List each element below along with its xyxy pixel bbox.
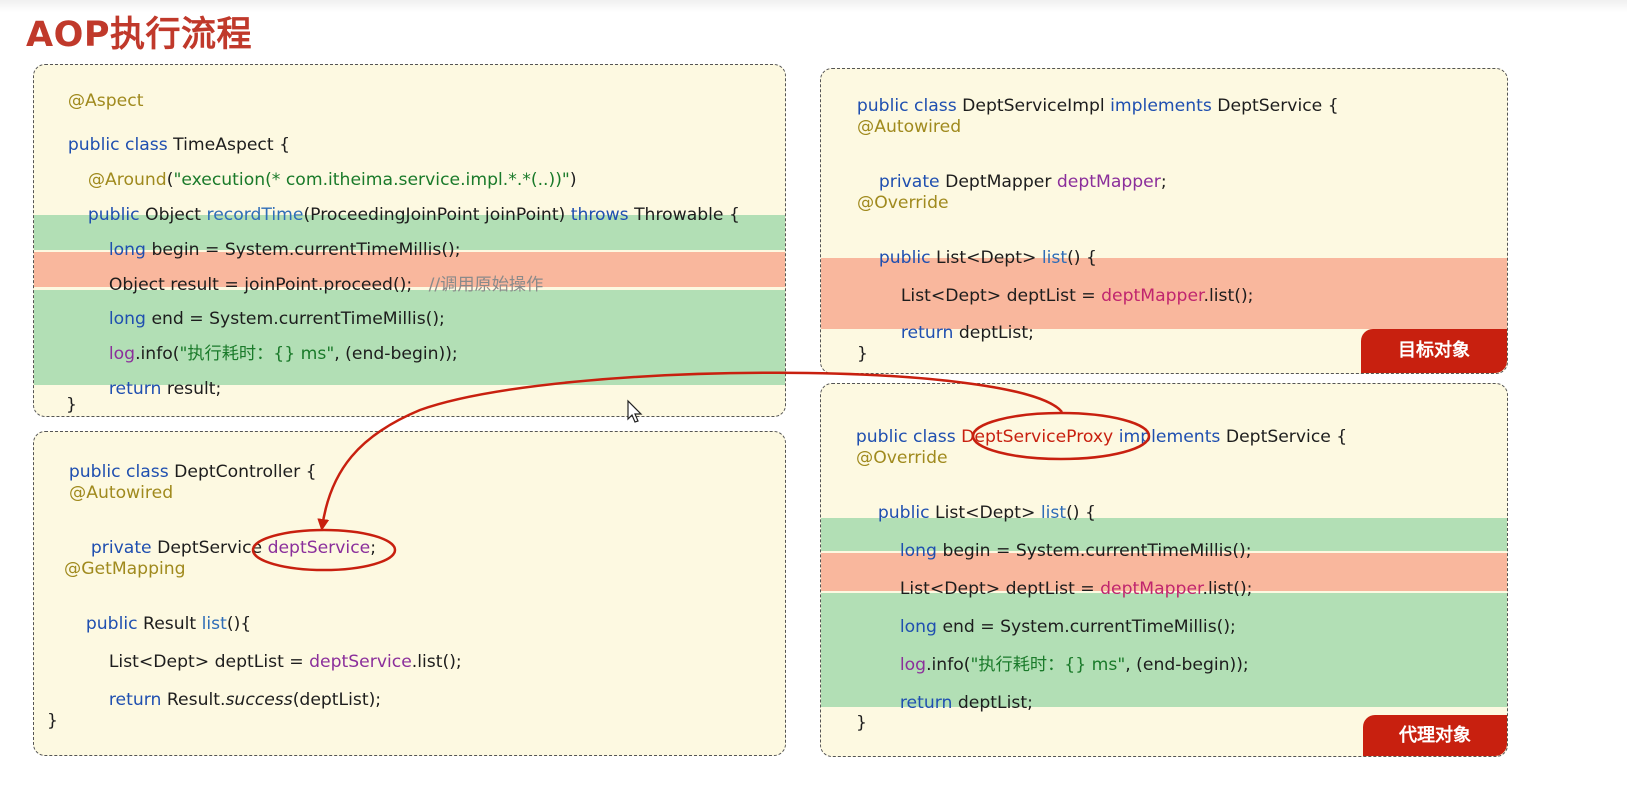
proxy-code-panel: public class DeptServiceProxy implements… (820, 383, 1508, 757)
method-name: recordTime (206, 205, 304, 226)
field-type: DeptService (157, 538, 263, 559)
class-close-brace: } (47, 711, 58, 731)
override-annotation: @Override (857, 193, 949, 213)
return-args: (deptList); (292, 690, 382, 711)
long-keyword: long (899, 617, 937, 638)
method-name: list (201, 614, 227, 635)
target-object-badge: 目标对象 (1361, 329, 1507, 373)
method-name: list (1040, 503, 1067, 524)
private-keyword: private (878, 172, 940, 193)
public-keyword: public (85, 614, 138, 635)
log-object: log (108, 344, 136, 365)
aspect-annotation: @Aspect (67, 91, 144, 112)
log-string: "执行耗时：{} ms" (970, 655, 1126, 676)
success-method: success (225, 690, 293, 711)
public-keyword: public (878, 248, 931, 269)
proxy-object-badge: 代理对象 (1363, 715, 1507, 756)
result-class: Result. (166, 690, 226, 711)
log-args: , (end-begin)); (334, 344, 458, 365)
log-call: .info( (135, 344, 180, 365)
return-keyword: return (900, 323, 954, 344)
getmapping-annotation: @GetMapping (64, 559, 186, 579)
public-keyword: public (87, 205, 140, 226)
return-type: Result (143, 614, 197, 635)
exception-type: Throwable { (634, 205, 740, 226)
long-keyword: long (108, 240, 146, 261)
return-value: deptList; (958, 323, 1034, 344)
around-paren-close: ) (569, 170, 577, 191)
controller-return-line: return Result.success(deptList); (87, 675, 381, 727)
slide-title: AOP执行流程 (26, 15, 252, 55)
method-close-brace: } (857, 344, 868, 364)
interface-name: DeptService { (1217, 96, 1339, 117)
method-close-brace: } (66, 395, 77, 415)
field-semicolon: ; (370, 538, 377, 559)
mapper-field-name: deptMapper (1056, 172, 1161, 193)
list-statement-type: List<Dept> deptList = (900, 286, 1096, 307)
log-string: "执行耗时：{} ms" (179, 344, 335, 365)
list-call: .list(); (1202, 579, 1253, 600)
proxy-return-line: return deptList; (878, 678, 1033, 730)
class-name: TimeAspect { (173, 135, 291, 156)
begin-statement: begin = System.currentTimeMillis(); (151, 240, 461, 261)
return-line: return result; (87, 364, 221, 416)
method-close-brace: } (856, 713, 867, 733)
autowired-annotation: @Autowired (857, 117, 962, 137)
private-keyword: private (90, 538, 152, 559)
around-annotation: @Around (87, 170, 167, 191)
method-rest: () { (1066, 503, 1096, 524)
list-call: .list(); (1203, 286, 1254, 307)
interface-name: DeptService { (1225, 427, 1348, 448)
mapper-field-ref: deptMapper (1101, 286, 1204, 307)
log-args: , (end-begin)); (1125, 655, 1249, 676)
log-object: log (899, 655, 927, 676)
end-statement: end = System.currentTimeMillis(); (151, 309, 445, 330)
begin-statement: begin = System.currentTimeMillis(); (942, 541, 1252, 562)
return-type: Object (145, 205, 202, 226)
class-name: DeptController { (174, 462, 317, 483)
public-keyword: public (877, 503, 930, 524)
proceed-comment: //调用原始操作 (428, 275, 544, 296)
return-keyword: return (108, 379, 162, 400)
autowired-annotation: @Autowired (69, 483, 174, 503)
return-value: deptList; (957, 693, 1033, 714)
long-keyword: long (899, 541, 937, 562)
class-keyword: public class (67, 135, 168, 156)
class-keyword: public class (856, 96, 957, 117)
return-type: List<Dept> (935, 503, 1036, 524)
method-params: (ProceedingJoinPoint joinPoint) (303, 205, 566, 226)
class-keyword: public class (855, 427, 956, 448)
return-keyword: return (899, 693, 953, 714)
return-type: List<Dept> (936, 248, 1037, 269)
list-statement-type: List<Dept> deptList = (899, 579, 1095, 600)
impl-return-line: return deptList; (879, 308, 1034, 360)
implements-keyword: implements (1118, 427, 1221, 448)
proceed-statement: Object result = joinPoint.proceed(); (108, 275, 413, 296)
impl-code-panel: public class DeptServiceImpl implements … (820, 68, 1508, 374)
throws-keyword: throws (570, 205, 629, 226)
class-name: DeptServiceImpl (962, 96, 1105, 117)
aspect-code-panel: @Aspect public class TimeAspect { @Aroun… (33, 64, 786, 417)
service-field-ref: deptService (309, 652, 412, 673)
method-name: list (1041, 248, 1068, 269)
class-keyword: public class (68, 462, 169, 483)
proxy-class-name: DeptServiceProxy (961, 427, 1114, 448)
controller-code-panel: public class DeptController { @Autowired… (33, 431, 786, 756)
return-value: result; (166, 379, 222, 400)
method-rest: () { (1067, 248, 1097, 269)
list-call: .list(); (411, 652, 462, 673)
field-semicolon: ; (1160, 172, 1167, 193)
mapper-field-ref: deptMapper (1100, 579, 1203, 600)
list-statement-type: List<Dept> deptList = (108, 652, 304, 673)
log-call: .info( (926, 655, 971, 676)
pointcut-expression: "execution(* com.itheima.service.impl.*.… (173, 170, 570, 191)
implements-keyword: implements (1110, 96, 1212, 117)
field-type: DeptMapper (945, 172, 1052, 193)
long-keyword: long (108, 309, 146, 330)
method-rest: (){ (226, 614, 252, 635)
end-statement: end = System.currentTimeMillis(); (942, 617, 1236, 638)
override-annotation: @Override (856, 448, 948, 468)
injected-field-name: deptService (267, 538, 371, 559)
return-keyword: return (108, 690, 162, 711)
